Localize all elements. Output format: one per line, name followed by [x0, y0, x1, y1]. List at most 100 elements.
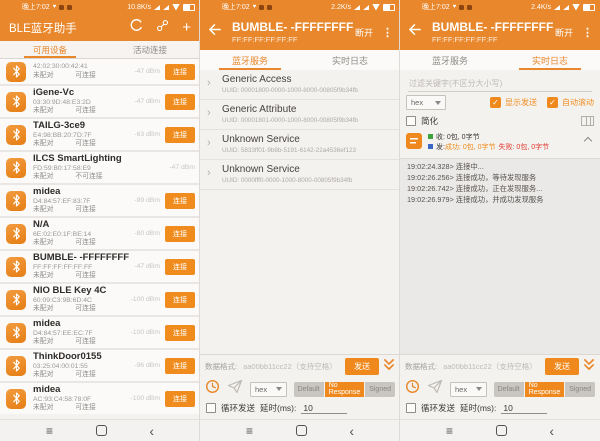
collapse-chevron-icon[interactable]	[584, 137, 592, 145]
device-row[interactable]: N/A 6E:02:E0:1F:BE:14 未配对可连接 -80 dBm 连接	[0, 218, 200, 249]
device-conn-state: 可连接	[75, 107, 95, 114]
bluetooth-icon	[6, 191, 26, 211]
device-conn-state: 可连接	[75, 239, 95, 246]
battery-icon	[583, 4, 595, 11]
device-row[interactable]: midea D4:84:57:EF:83:7F 未配对可连接 -99 dBm 连…	[0, 185, 200, 216]
notification-icon	[259, 5, 264, 10]
home-icon[interactable]	[296, 425, 307, 436]
history-clock-icon[interactable]	[205, 379, 220, 399]
show-send-checkbox[interactable]: ✓	[490, 97, 501, 108]
chevron-right-icon: ›	[207, 77, 211, 89]
history-clock-icon[interactable]	[405, 379, 420, 399]
send-button[interactable]: 发送	[545, 358, 579, 375]
service-item[interactable]: › Generic Attribute UUID: 00001801-0000-…	[200, 100, 400, 130]
device-pair-state: 未配对	[33, 107, 53, 114]
loop-send-checkbox[interactable]	[406, 403, 416, 413]
connect-button[interactable]: 连接	[165, 226, 195, 242]
tab-log[interactable]: 实时日志	[300, 50, 400, 70]
delay-input[interactable]: 10	[501, 403, 547, 414]
mode-no-response-button[interactable]: No Response	[325, 382, 365, 397]
device-mac: 42:02:30:00:42:41	[33, 63, 134, 71]
double-chevron-down-icon[interactable]	[383, 358, 395, 376]
double-chevron-down-icon[interactable]	[583, 358, 595, 376]
notification-icon	[467, 5, 472, 10]
device-tabs: 可用设备 活动连接	[0, 41, 200, 59]
tab-log[interactable]: 实时日志	[500, 50, 600, 70]
rx-stats: 收: 0包, 0字节	[436, 134, 480, 141]
menu-icon[interactable]: ≡	[46, 425, 53, 437]
connect-button[interactable]: 连接	[165, 64, 195, 80]
service-item[interactable]: › Unknown Service UUID: 5833ff01-9b8b-51…	[200, 130, 400, 160]
menu-icon[interactable]: ≡	[446, 425, 453, 437]
status-bar: 晚上7:02 ♥ 2.2K/s	[200, 0, 400, 14]
service-item[interactable]: › Generic Access UUID: 00001800-0000-100…	[200, 70, 400, 100]
mode-signed-button[interactable]: Signed	[365, 382, 395, 397]
filter-input[interactable]	[408, 79, 592, 91]
device-name: TAILG-3ce9	[33, 120, 134, 132]
mode-no-response-button[interactable]: No Response	[525, 382, 565, 397]
device-row[interactable]: BUMBLE- -FFFFFFFF FF:FF:FF:FF:FF:FF 未配对可…	[0, 251, 200, 282]
tab-services[interactable]: 蓝牙服务	[400, 50, 500, 70]
format-select[interactable]: hex	[250, 382, 287, 397]
device-row[interactable]: TAILG-3ce9 E4:98:BB:20:7D:7F 未配对可连接 -63 …	[0, 119, 200, 150]
home-icon[interactable]	[496, 425, 507, 436]
device-row[interactable]: midea AC:93:C4:58:78:0F 未配对可连接 -100 dBm …	[0, 383, 200, 414]
connect-button[interactable]: 连接	[165, 259, 195, 275]
delay-label: 延时(ms):	[260, 402, 296, 414]
mode-default-button[interactable]: Default	[294, 382, 324, 397]
mode-default-button[interactable]: Default	[494, 382, 524, 397]
back-icon[interactable]: ‹	[549, 424, 554, 438]
disconnect-button[interactable]: 断开	[355, 26, 373, 39]
device-row[interactable]: ILCS SmartLighting FD:59:B0:17:58:E9 未配对…	[0, 152, 200, 183]
app-bar: BLE蓝牙助手 +	[0, 14, 200, 41]
connect-button[interactable]: 连接	[165, 127, 195, 143]
device-rssi: -47 dBm	[169, 164, 195, 171]
back-icon[interactable]: ‹	[349, 424, 354, 438]
back-arrow-icon[interactable]	[207, 22, 222, 42]
connect-button[interactable]: 连接	[165, 358, 195, 374]
tab-services[interactable]: 蓝牙服务	[200, 50, 300, 70]
log-format-select[interactable]: hex	[406, 95, 446, 110]
grid-icon[interactable]	[581, 116, 594, 126]
connect-button[interactable]: 连接	[165, 94, 195, 110]
paper-plane-icon[interactable]	[227, 379, 243, 399]
data-input[interactable]	[441, 361, 541, 372]
signal-icon	[154, 5, 160, 10]
connect-button[interactable]: 连接	[165, 391, 195, 407]
battery-icon	[183, 4, 195, 11]
loop-send-checkbox[interactable]	[206, 403, 216, 413]
send-button[interactable]: 发送	[345, 358, 379, 375]
disconnect-button[interactable]: 断开	[555, 26, 573, 39]
status-network-speed: 2.4K/s	[531, 4, 551, 11]
menu-icon[interactable]: ≡	[246, 425, 253, 437]
back-icon[interactable]: ‹	[149, 424, 154, 438]
device-row[interactable]: 42:02:30:00:42:41 未配对可连接 -47 dBm 连接	[0, 59, 200, 84]
service-item[interactable]: › Unknown Service UUID: 0000fff0-0000-10…	[200, 160, 400, 190]
back-arrow-icon[interactable]	[407, 22, 422, 42]
device-row[interactable]: iGene-Vc 03:30:9D:48:E3:2D 未配对可连接 -47 dB…	[0, 86, 200, 117]
connect-button[interactable]: 连接	[165, 325, 195, 341]
wifi-icon	[372, 4, 380, 11]
connect-button[interactable]: 连接	[165, 292, 195, 308]
connect-button[interactable]: 连接	[165, 193, 195, 209]
auto-scroll-checkbox[interactable]: ✓	[547, 97, 558, 108]
kebab-menu-icon[interactable]: ⋮	[382, 26, 393, 39]
delay-input[interactable]: 10	[301, 403, 347, 414]
refresh-icon[interactable]	[129, 18, 143, 37]
home-icon[interactable]	[96, 425, 107, 436]
simplify-checkbox[interactable]	[406, 116, 416, 126]
mode-signed-button[interactable]: Signed	[565, 382, 595, 397]
bluetooth-icon	[6, 290, 26, 310]
kebab-menu-icon[interactable]: ⋮	[582, 26, 593, 39]
device-row[interactable]: midea D4:84:57:EE:EC:7F 未配对可连接 -100 dBm …	[0, 317, 200, 348]
paper-plane-icon[interactable]	[427, 379, 443, 399]
device-row[interactable]: NIO BLE Key 4C 60:09:C3:9B:6D:4C 未配对可连接 …	[0, 284, 200, 315]
format-select[interactable]: hex	[450, 382, 487, 397]
link-icon[interactable]	[156, 19, 169, 37]
tab-available-devices[interactable]: 可用设备	[0, 41, 100, 58]
device-mac: FF:FF:FF:FF:FF:FF	[432, 35, 553, 44]
device-row[interactable]: ThinkDoor0155 03:25:04:00:01:55 未配对可连接 -…	[0, 350, 200, 381]
add-icon[interactable]: +	[182, 20, 191, 35]
tab-active-connections[interactable]: 活动连接	[100, 41, 200, 58]
data-input[interactable]	[241, 361, 341, 372]
